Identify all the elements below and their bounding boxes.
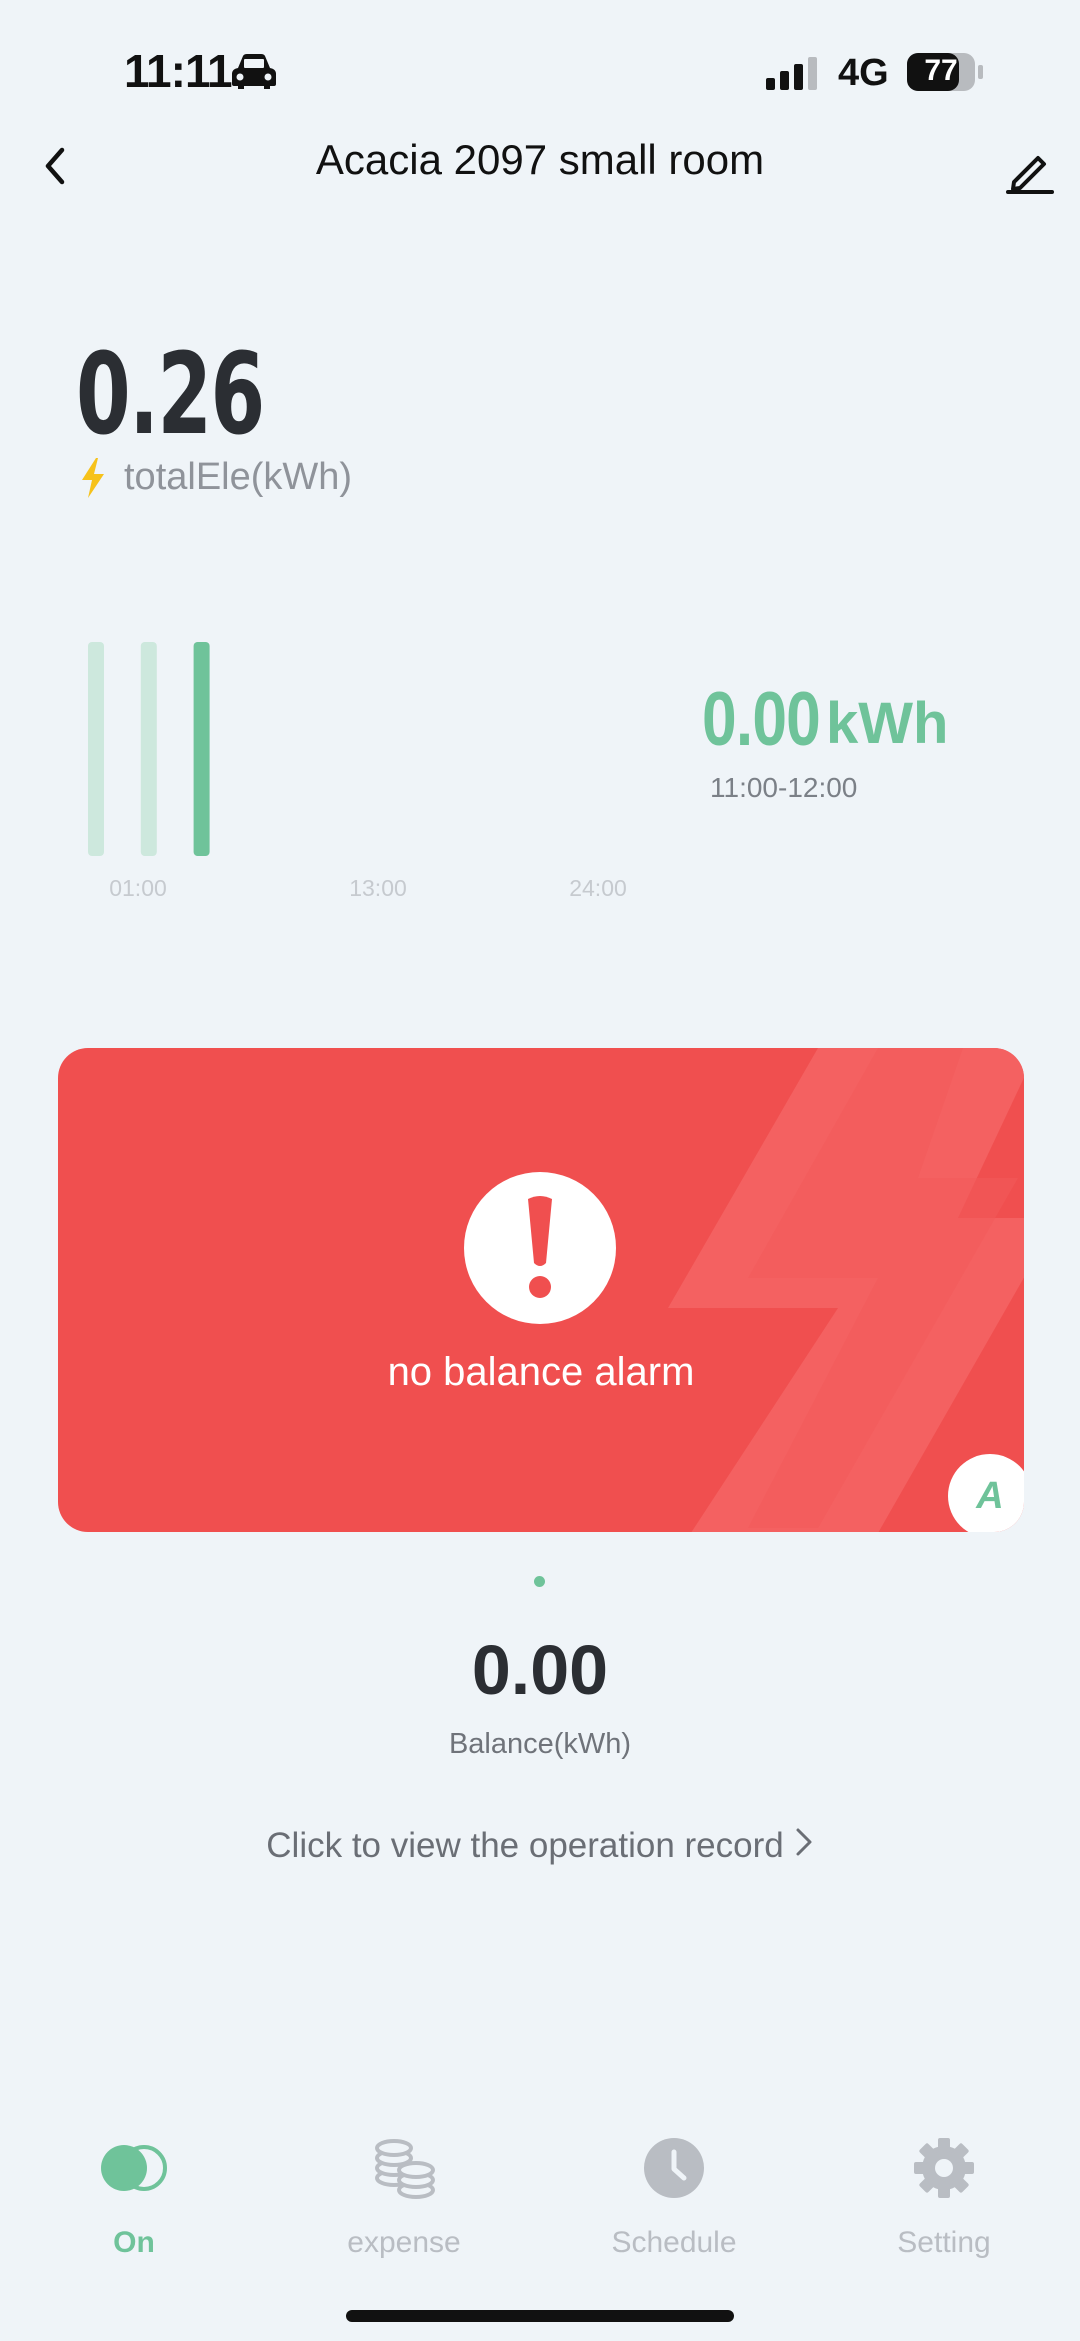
- signal-icon: [766, 57, 817, 90]
- x-tick-label: 01:00: [109, 875, 167, 901]
- auto-mode-badge[interactable]: A: [948, 1454, 1024, 1532]
- x-tick-label: 24:00: [569, 875, 627, 901]
- selected-hour-range: 11:00-12:00: [710, 772, 858, 803]
- pager-dot: [534, 1576, 545, 1587]
- total-electricity-value: 0.26: [76, 330, 265, 460]
- total-electricity-label: totalEle(kWh): [124, 456, 353, 498]
- alarm-card[interactable]: no balance alarm A: [58, 1048, 1024, 1532]
- nav-label-expense: expense: [347, 2226, 461, 2259]
- gear-icon: [914, 2138, 974, 2198]
- selected-hour-value: 0.00: [702, 677, 821, 762]
- home-indicator: [346, 2310, 734, 2322]
- x-tick-label: 13:00: [349, 875, 407, 901]
- operation-record-link[interactable]: Click to view the operation record: [0, 1826, 1080, 1866]
- car-icon: [232, 54, 276, 89]
- coins-icon: [375, 2139, 435, 2199]
- nav-label-schedule: Schedule: [611, 2226, 737, 2259]
- page-title: Acacia 2097 small room: [315, 136, 765, 183]
- alarm-message: no balance alarm: [387, 1350, 695, 1394]
- nav-label-setting: Setting: [897, 2226, 991, 2259]
- toggle-icon: [101, 2145, 167, 2191]
- hourly-usage-chart[interactable]: 01:00 13:00 24:00: [60, 620, 680, 920]
- battery-icon: 77: [906, 52, 983, 92]
- clock-icon: [644, 2138, 704, 2198]
- network-label: 4G: [838, 52, 889, 94]
- back-icon[interactable]: [30, 136, 90, 196]
- usage-bar-2[interactable]: [140, 642, 157, 856]
- nav-item-on[interactable]: On: [34, 2120, 234, 2270]
- nav-item-schedule[interactable]: Schedule: [574, 2120, 774, 2270]
- nav-label-on: On: [113, 2226, 155, 2259]
- nav-item-expense[interactable]: expense: [304, 2120, 504, 2270]
- balance-value: 0.00: [471, 1631, 609, 1709]
- usage-bar-3[interactable]: [193, 642, 210, 856]
- selected-hour-unit: kWh: [826, 691, 949, 756]
- balance-label: Balance(kWh): [448, 1728, 632, 1760]
- battery-level: 77: [924, 54, 958, 87]
- bolt-icon: [82, 458, 104, 498]
- operation-record-text: Click to view the operation record: [266, 1826, 784, 1865]
- edit-icon[interactable]: [1000, 140, 1060, 200]
- usage-bar-1[interactable]: [88, 642, 104, 856]
- nav-item-setting[interactable]: Setting: [844, 2120, 1044, 2270]
- chevron-right-icon: [796, 1828, 812, 1856]
- alert-icon: [464, 1172, 616, 1324]
- status-time: 11:11: [124, 45, 233, 97]
